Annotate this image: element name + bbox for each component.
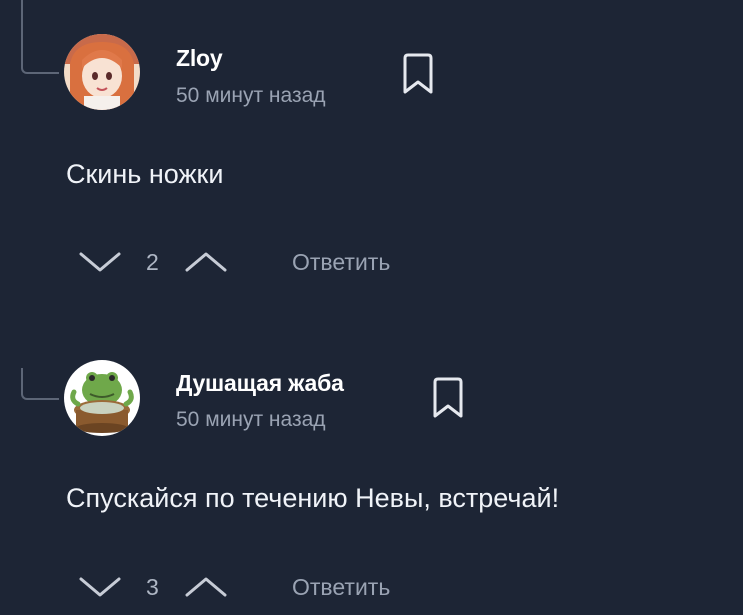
thread-line xyxy=(21,368,59,400)
reply-button[interactable]: Ответить xyxy=(292,574,390,601)
chevron-down-icon xyxy=(79,252,121,272)
bookmark-icon xyxy=(433,377,463,418)
chevron-up-icon xyxy=(185,252,227,272)
chevron-up-icon xyxy=(185,577,227,597)
upvote-button[interactable] xyxy=(182,571,230,606)
avatar[interactable] xyxy=(64,34,140,110)
bookmark-icon xyxy=(403,53,433,94)
frog-avatar-image xyxy=(64,360,140,436)
upvote-button[interactable] xyxy=(182,246,230,281)
vote-score: 2 xyxy=(146,249,159,275)
reply-button[interactable]: Ответить xyxy=(292,249,390,276)
comment-timestamp: 50 минут назад xyxy=(176,84,326,107)
anime-girl-avatar-image xyxy=(64,34,140,110)
avatar[interactable] xyxy=(64,360,140,436)
comment-author[interactable]: Душащая жаба xyxy=(176,370,344,397)
comment-timestamp: 50 минут назад xyxy=(176,408,326,431)
comment-text: Спускайся по течению Невы, встречай! xyxy=(66,483,560,513)
bookmark-button[interactable] xyxy=(398,52,438,96)
bookmark-button[interactable] xyxy=(428,376,468,420)
vote-score: 3 xyxy=(146,574,159,600)
downvote-button[interactable] xyxy=(76,246,124,281)
downvote-button[interactable] xyxy=(76,571,124,606)
comment-author[interactable]: Zloy xyxy=(176,45,223,72)
comment-text: Скинь ножки xyxy=(66,159,224,189)
thread-line xyxy=(21,0,59,74)
chevron-down-icon xyxy=(79,577,121,597)
